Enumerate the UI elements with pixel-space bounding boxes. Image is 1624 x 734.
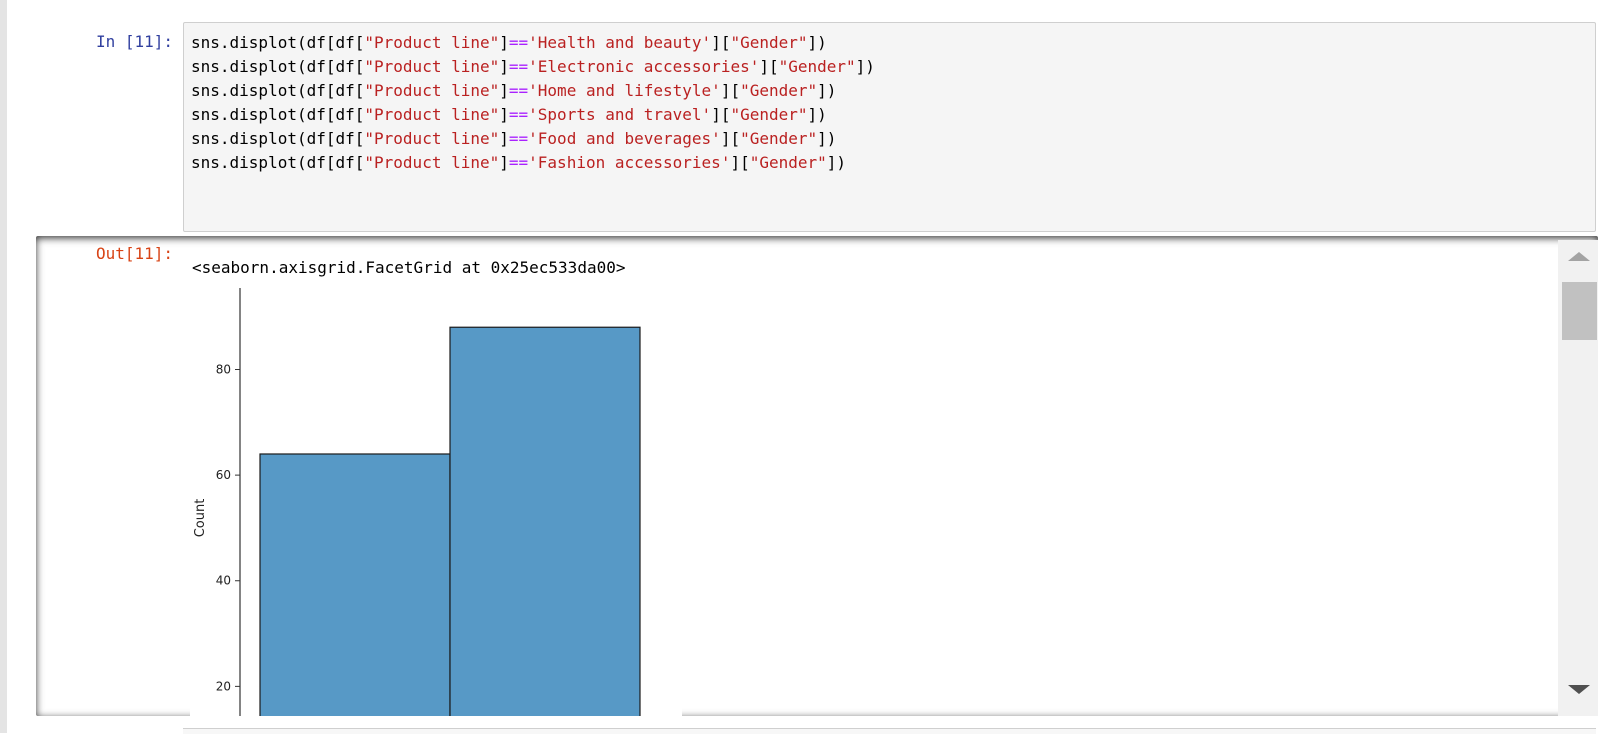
notebook-left-rail bbox=[0, 0, 7, 733]
operator-token: == bbox=[508, 153, 529, 172]
code-token: ]) bbox=[807, 105, 827, 124]
string-token: "Product line" bbox=[364, 33, 500, 52]
code-token: ][ bbox=[730, 153, 750, 172]
code-token: ][ bbox=[720, 81, 741, 100]
next-cell-edge bbox=[183, 728, 1596, 734]
output-prompt: Out[11]: bbox=[95, 244, 173, 263]
y-tick-label: 20 bbox=[216, 679, 231, 693]
code-line: sns.displot(df[df["Product line"]=='Food… bbox=[191, 127, 1588, 151]
code-token: ] bbox=[499, 57, 509, 76]
operator-token: == bbox=[508, 81, 529, 100]
code-token: ]) bbox=[855, 57, 875, 76]
string-token: "Gender" bbox=[740, 81, 818, 100]
code-token: ][ bbox=[759, 57, 779, 76]
string-token: "Gender" bbox=[778, 57, 856, 76]
y-tick-label: 60 bbox=[216, 468, 231, 482]
code-token: ][ bbox=[711, 33, 731, 52]
code-token: ]) bbox=[817, 81, 837, 100]
operator-token: == bbox=[508, 33, 529, 52]
y-axis-label: Count bbox=[193, 499, 208, 538]
string-token: "Product line" bbox=[364, 81, 500, 100]
operator-token: == bbox=[508, 129, 529, 148]
code-line: sns.displot(df[df["Product line"]=='Spor… bbox=[191, 103, 1588, 127]
code-token: sns.displot(df[df[ bbox=[191, 153, 365, 172]
scroll-up-arrow-icon[interactable] bbox=[1568, 252, 1590, 261]
string-token: 'Food and beverages' bbox=[528, 129, 721, 148]
y-tick-label: 40 bbox=[216, 574, 231, 588]
code-token: ] bbox=[499, 33, 509, 52]
code-token: ]) bbox=[826, 153, 847, 172]
code-token: sns.displot(df[df[ bbox=[191, 105, 365, 124]
code-line: sns.displot(df[df["Product line"]=='Elec… bbox=[191, 55, 1588, 79]
input-prompt: In [11]: bbox=[95, 32, 173, 51]
code-token: ] bbox=[499, 129, 509, 148]
string-token: "Product line" bbox=[364, 153, 500, 172]
histogram-chart: 20 40 60 80 Count bbox=[193, 284, 641, 734]
scrollbar-thumb[interactable] bbox=[1562, 282, 1597, 340]
code-token: sns.displot(df[df[ bbox=[191, 33, 365, 52]
code-line: sns.displot(df[df["Product line"]=='Heal… bbox=[191, 31, 1588, 55]
histogram-bar bbox=[449, 326, 641, 734]
code-token: sns.displot(df[df[ bbox=[191, 57, 365, 76]
string-token: 'Home and lifestyle' bbox=[528, 81, 721, 100]
code-token: ] bbox=[499, 105, 509, 124]
code-token: sns.displot(df[df[ bbox=[191, 81, 365, 100]
code-token: ][ bbox=[720, 129, 741, 148]
y-tick-label: 80 bbox=[216, 362, 231, 376]
scroll-down-arrow-icon[interactable] bbox=[1568, 685, 1590, 694]
string-token: "Product line" bbox=[364, 57, 500, 76]
string-token: 'Fashion accessories' bbox=[528, 153, 731, 172]
string-token: "Gender" bbox=[749, 153, 827, 172]
string-token: "Gender" bbox=[730, 33, 808, 52]
operator-token: == bbox=[508, 57, 529, 76]
string-token: "Product line" bbox=[364, 105, 500, 124]
string-token: 'Sports and travel' bbox=[528, 105, 712, 124]
string-token: 'Electronic accessories' bbox=[528, 57, 760, 76]
code-token: ] bbox=[499, 81, 509, 100]
string-token: 'Health and beauty' bbox=[528, 33, 712, 52]
code-token: sns.displot(df[df[ bbox=[191, 129, 365, 148]
operator-token: == bbox=[508, 105, 529, 124]
code-token: ][ bbox=[711, 105, 731, 124]
string-token: "Gender" bbox=[730, 105, 808, 124]
code-line: sns.displot(df[df["Product line"]=='Fash… bbox=[191, 151, 1588, 175]
histogram-bar bbox=[259, 453, 451, 734]
plot-image: 20 40 60 80 Count bbox=[190, 284, 682, 734]
string-token: "Gender" bbox=[740, 129, 818, 148]
code-token: ] bbox=[499, 153, 509, 172]
code-line: sns.displot(df[df["Product line"]=='Home… bbox=[191, 79, 1588, 103]
code-token: ]) bbox=[807, 33, 827, 52]
string-token: "Product line" bbox=[364, 129, 500, 148]
code-input-area[interactable]: sns.displot(df[df["Product line"]=='Heal… bbox=[183, 22, 1596, 232]
output-repr-text: <seaborn.axisgrid.FacetGrid at 0x25ec533… bbox=[192, 258, 626, 277]
code-token: ]) bbox=[817, 129, 837, 148]
